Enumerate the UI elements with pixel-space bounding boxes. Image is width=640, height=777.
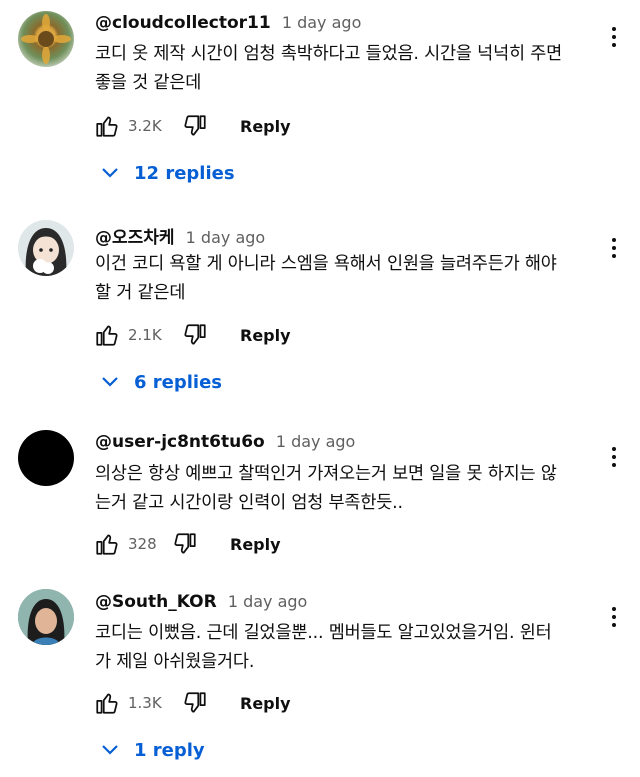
thumbs-up-icon[interactable]	[92, 529, 122, 559]
view-replies-button[interactable]: 1 reply	[100, 735, 205, 765]
more-vert-icon[interactable]	[600, 597, 628, 637]
comment-author[interactable]: @cloudcollector11	[95, 13, 271, 33]
avatar[interactable]	[18, 11, 74, 67]
comment-time[interactable]: 1 day ago	[282, 13, 362, 32]
comment-text-line: 가 제일 아쉬웠을거다.	[95, 652, 255, 672]
comment-text-line: 코디는 이뻤음. 근데 길었을뿐... 멤버들도 알고있었을거임. 윈터	[95, 623, 552, 643]
comment-author[interactable]: @user-jc8nt6tu6o	[95, 432, 265, 452]
comment-header: @cloudcollector11 1 day ago	[95, 13, 361, 33]
thumbs-down-icon[interactable]	[180, 320, 210, 350]
person-photo-avatar-icon	[18, 589, 74, 645]
comment-time[interactable]: 1 day ago	[228, 592, 308, 611]
thumbs-up-icon[interactable]	[92, 320, 122, 350]
flower-avatar-icon	[21, 14, 71, 64]
like-count: 328	[128, 535, 157, 553]
reply-button[interactable]: Reply	[240, 117, 291, 136]
comment-header: @user-jc8nt6tu6o 1 day ago	[95, 432, 355, 452]
comment-time[interactable]: 1 day ago	[186, 228, 266, 247]
like-count: 2.1K	[128, 326, 162, 344]
chevron-down-icon	[102, 745, 118, 755]
reply-button[interactable]: Reply	[240, 326, 291, 345]
reply-button[interactable]: Reply	[240, 694, 291, 713]
comment-text: 코디 옷 제작 시간이 엄청 촉박하다고 들었음. 시간을 넉넉히 주면 좋을 …	[95, 40, 595, 98]
thumbs-down-icon[interactable]	[180, 688, 210, 718]
view-replies-button[interactable]: 12 replies	[100, 158, 235, 188]
more-vert-icon[interactable]	[600, 437, 628, 477]
avatar[interactable]	[18, 220, 74, 276]
view-replies-button[interactable]: 6 replies	[100, 367, 222, 397]
comment-actions: 2.1K Reply	[92, 320, 291, 350]
comment-text-line: 의상은 항상 예쁘고 찰떡인거 가져오는거 보면 일을 못 하지는 않	[95, 464, 557, 484]
comment-text-line: 는거 같고 시간이랑 인력이 엄청 부족한듯..	[95, 493, 403, 513]
comment-text-line: 코디 옷 제작 시간이 엄청 촉박하다고 들었음. 시간을 넉넉히 주면	[95, 44, 563, 64]
reply-button[interactable]: Reply	[230, 535, 281, 554]
like-count: 3.2K	[128, 117, 162, 135]
comment-time[interactable]: 1 day ago	[276, 432, 356, 451]
comment-author[interactable]: @South_KOR	[95, 592, 217, 612]
thumbs-down-icon[interactable]	[170, 529, 200, 559]
thumbs-up-icon[interactable]	[92, 688, 122, 718]
replies-count: 12 replies	[134, 162, 235, 184]
comment-text: 이건 코디 욕할 게 아니라 스엠을 욕해서 인원을 늘려주든가 해야 할 거 …	[95, 250, 595, 308]
more-vert-icon[interactable]	[600, 17, 628, 57]
replies-count: 6 replies	[134, 371, 223, 393]
chevron-down-icon	[102, 168, 118, 178]
chevron-down-icon	[102, 377, 118, 387]
comment-text: 코디는 이뻤음. 근데 길었을뿐... 멤버들도 알고있었을거임. 윈터 가 제…	[95, 619, 595, 677]
cartoon-girl-avatar-icon	[18, 220, 74, 276]
thumbs-up-icon[interactable]	[92, 111, 122, 141]
comment-text: 의상은 항상 예쁘고 찰떡인거 가져오는거 보면 일을 못 하지는 않 는거 같…	[95, 460, 595, 518]
comment-author[interactable]: @오즈차케	[95, 228, 175, 248]
avatar[interactable]	[18, 589, 74, 645]
thumbs-down-icon[interactable]	[180, 111, 210, 141]
comment-header: @South_KOR 1 day ago	[95, 592, 307, 612]
comment-text-line: 이건 코디 욕할 게 아니라 스엠을 욕해서 인원을 늘려주든가 해야	[95, 254, 557, 274]
comment-actions: 328 Reply	[92, 529, 281, 559]
avatar[interactable]	[18, 430, 74, 486]
comment-text-line: 좋을 것 같은데	[95, 73, 202, 93]
comment-header: @오즈차케 1 day ago	[95, 223, 265, 248]
replies-count: 1 reply	[134, 739, 205, 761]
like-count: 1.3K	[128, 694, 162, 712]
comment-actions: 1.3K Reply	[92, 688, 291, 718]
comment-actions: 3.2K Reply	[92, 111, 291, 141]
more-vert-icon[interactable]	[600, 228, 628, 268]
comment-text-line: 할 거 같은데	[95, 283, 186, 303]
